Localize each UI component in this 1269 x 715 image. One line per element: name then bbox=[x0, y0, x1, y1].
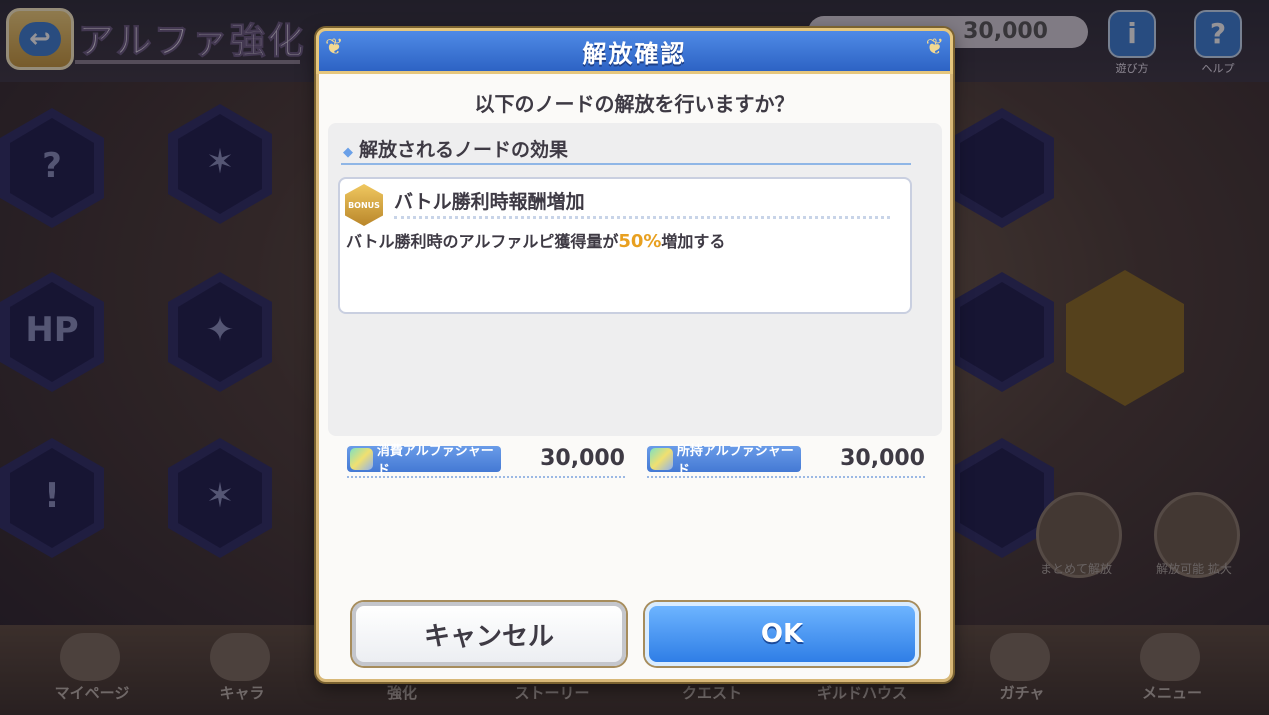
node-name: バトル勝利時報酬増加 bbox=[394, 191, 585, 213]
node-description: バトル勝利時のアルファルピ獲得量が50%増加する bbox=[346, 228, 725, 252]
owned-shard-row: 所持アルファシャード 30,000 bbox=[647, 444, 925, 478]
bonus-badge-text: BONUS bbox=[348, 200, 380, 210]
confirm-question: 以下のノードの解放を行いますか？ bbox=[474, 92, 795, 116]
owned-shard-label: 所持アルファシャード bbox=[647, 444, 801, 478]
cancel-button[interactable]: キャンセル bbox=[352, 602, 626, 666]
diamond-bullet-icon: ◆ bbox=[343, 145, 353, 160]
alpha-shard-icon bbox=[350, 448, 373, 470]
effects-panel: ◆ 解放されるノードの効果 BONUS バトル勝利時報酬増加 バトル勝利時のアルフ… bbox=[328, 123, 942, 436]
owned-shard-label-text: 所持アルファシャード bbox=[676, 444, 794, 478]
node-effect-card: BONUS バトル勝利時報酬増加 バトル勝利時のアルファルピ獲得量が50%増加す… bbox=[338, 177, 912, 314]
heading-underline bbox=[341, 163, 911, 165]
corner-ornament-icon: ❦ bbox=[325, 35, 344, 60]
bonus-badge-icon: BONUS bbox=[345, 184, 383, 226]
node-desc-highlight: 50% bbox=[618, 231, 662, 252]
node-desc-text-end: 増加する bbox=[661, 232, 726, 251]
dialog-title: 解放確認 bbox=[582, 39, 687, 68]
cost-shard-label: 消費アルファシャード bbox=[347, 444, 501, 478]
effects-heading: ◆ 解放されるノードの効果 bbox=[343, 135, 568, 162]
release-confirm-dialog: ❦ 解放確認 ❦ 以下のノードの解放を行いますか？ ◆ 解放されるノードの効果 B… bbox=[316, 28, 953, 682]
corner-ornament-icon: ❦ bbox=[925, 35, 944, 60]
cost-shard-row: 消費アルファシャード 30,000 bbox=[347, 444, 625, 478]
cost-shard-value: 30,000 bbox=[540, 446, 625, 471]
dotted-divider bbox=[394, 216, 890, 219]
cost-shard-label-text: 消費アルファシャード bbox=[376, 444, 494, 478]
node-desc-text: バトル勝利時のアルファルピ獲得量が bbox=[346, 232, 619, 251]
dialog-header: ❦ 解放確認 ❦ bbox=[316, 28, 953, 74]
ok-button[interactable]: OK bbox=[645, 602, 919, 666]
owned-shard-value: 30,000 bbox=[840, 446, 925, 471]
alpha-shard-icon bbox=[650, 448, 673, 470]
effects-heading-label: 解放されるノードの効果 bbox=[359, 139, 569, 161]
